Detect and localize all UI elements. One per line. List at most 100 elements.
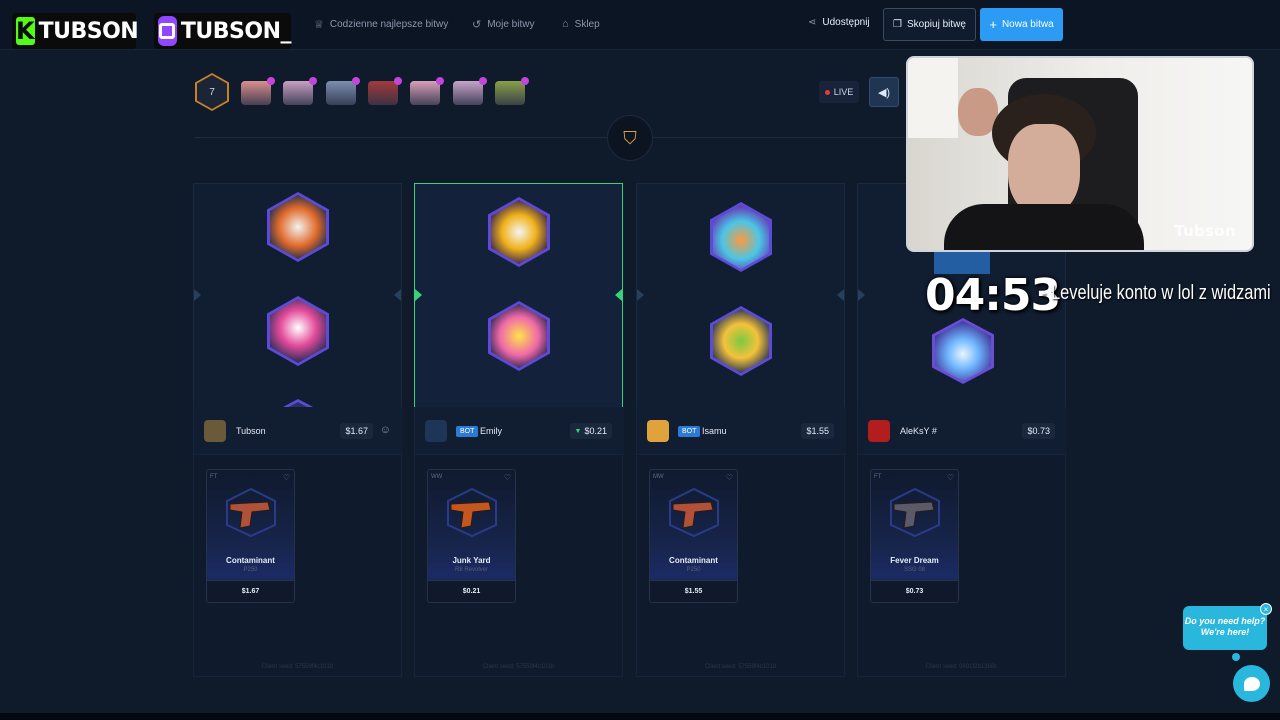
player-value: $1.55 bbox=[806, 426, 829, 436]
pointer-left-icon bbox=[637, 289, 644, 301]
case-thumbnail[interactable] bbox=[367, 77, 402, 105]
nav-item-shop[interactable]: ⌂ Sklep bbox=[562, 18, 600, 30]
case-thumbnail[interactable] bbox=[494, 77, 529, 105]
nav-item-label: Sklep bbox=[574, 18, 600, 30]
twitch-channel-badge: TUBSON_ bbox=[154, 13, 292, 49]
avatar bbox=[868, 420, 890, 442]
player-value: $1.67 bbox=[345, 426, 368, 436]
player-panel: BOT Emily ▼ $0.21 WW ♡ Junk Yard R8 Revo… bbox=[414, 407, 624, 677]
favorite-icon[interactable]: ♡ bbox=[504, 473, 511, 482]
player-header: BOT Isamu $1.55 bbox=[637, 407, 846, 455]
share-label: Udostępnij bbox=[822, 17, 870, 28]
weapon-icon bbox=[669, 487, 719, 538]
round-number: 7 bbox=[197, 75, 227, 109]
player-total-value: ▼ $0.21 bbox=[569, 423, 612, 439]
won-item-card[interactable]: FT ♡ Contaminant P250 $1.67 bbox=[206, 469, 295, 603]
bot-badge: BOT bbox=[456, 426, 479, 437]
won-item-card[interactable]: WW ♡ Junk Yard R8 Revolver $0.21 bbox=[427, 469, 516, 603]
help-bubble[interactable]: Do you need help? We're here! bbox=[1183, 606, 1267, 650]
nav-item-my-battles[interactable]: ↺ Moje bitwy bbox=[472, 18, 534, 31]
webcam-overlay: Tubson bbox=[906, 56, 1254, 252]
help-dot bbox=[1232, 653, 1240, 661]
smile-icon[interactable]: ☺ bbox=[380, 424, 391, 436]
spin-column-1 bbox=[193, 183, 402, 407]
player-name: Isamu bbox=[702, 426, 727, 436]
new-battle-label: Nowa bitwa bbox=[1001, 19, 1054, 30]
chat-button[interactable] bbox=[1233, 665, 1270, 702]
help-line-2: We're here! bbox=[1200, 627, 1250, 637]
player-name: Tubson bbox=[236, 426, 266, 436]
case-thumbnail[interactable] bbox=[283, 77, 318, 105]
item-wear: MW bbox=[653, 474, 664, 480]
live-dot-icon bbox=[824, 89, 830, 95]
player-value: $0.21 bbox=[584, 426, 607, 436]
weapon-icon bbox=[890, 487, 940, 538]
share-icon: ⋖ bbox=[808, 17, 817, 28]
favorite-icon[interactable]: ♡ bbox=[947, 473, 954, 482]
case-thumbnail[interactable] bbox=[241, 77, 275, 105]
down-arrow-icon: ▼ bbox=[574, 427, 582, 435]
trophy-icon: ♕ bbox=[314, 19, 324, 31]
sound-toggle-button[interactable]: ◀) bbox=[869, 77, 899, 107]
player-header: AleKsY # $0.73 bbox=[858, 407, 1067, 455]
copy-label: Skopiuj bitwę bbox=[907, 19, 966, 30]
player-total-value: $1.55 bbox=[801, 423, 834, 439]
bottom-bar bbox=[0, 713, 1280, 720]
client-seed: Client seed: 57559f4c101b bbox=[261, 664, 334, 670]
close-icon[interactable]: × bbox=[1260, 603, 1272, 615]
client-seed: Client seed: 57559f4c101b bbox=[482, 664, 555, 670]
round-counter: 7 bbox=[195, 73, 229, 111]
pointer-right-icon bbox=[837, 289, 844, 301]
nav-item-label: Moje bitwy bbox=[487, 19, 535, 30]
shop-icon: ⌂ bbox=[562, 18, 569, 30]
case-item-icon bbox=[267, 192, 329, 262]
new-battle-button[interactable]: + Nowa bitwa bbox=[980, 8, 1063, 41]
bot-badge: BOT bbox=[678, 426, 701, 437]
case-thumbnail[interactable] bbox=[410, 77, 445, 105]
item-weapon: P250 bbox=[243, 567, 258, 573]
help-line-1: Do you need help? bbox=[1184, 616, 1266, 626]
avatar bbox=[425, 420, 447, 442]
case-item-icon bbox=[488, 301, 550, 371]
item-wear: FT bbox=[210, 474, 218, 480]
item-name: Fever Dream bbox=[890, 556, 939, 565]
item-price: $1.67 bbox=[207, 580, 294, 602]
won-item-card[interactable]: MW ♡ Contaminant P250 $1.55 bbox=[649, 469, 738, 603]
case-thumbnail[interactable] bbox=[325, 77, 360, 105]
divider bbox=[195, 137, 905, 138]
pointer-right-icon bbox=[394, 289, 401, 301]
kick-channel-name: TUBSON bbox=[38, 18, 139, 44]
item-price: $1.55 bbox=[650, 580, 737, 602]
item-weapon: R8 Revolver bbox=[454, 567, 488, 573]
player-total-value: $1.67 bbox=[340, 423, 373, 439]
case-thumbnail[interactable] bbox=[452, 77, 487, 105]
avatar bbox=[204, 420, 226, 442]
item-price: $0.73 bbox=[871, 580, 958, 602]
weapon-icon bbox=[226, 487, 276, 538]
pointer-left-icon bbox=[415, 289, 422, 301]
won-item-card[interactable]: FT ♡ Fever Dream SSG 08 $0.73 bbox=[870, 469, 959, 603]
favorite-icon[interactable]: ♡ bbox=[726, 473, 733, 482]
item-wear: FT bbox=[874, 474, 882, 480]
stream-timer-caption: - Leveluje konto w lol z widzami bbox=[1041, 282, 1271, 304]
case-item-icon bbox=[488, 197, 550, 267]
case-item-icon bbox=[710, 306, 772, 376]
pointer-left-icon bbox=[858, 289, 865, 301]
player-panel: Tubson $1.67 ☺ FT ♡ Contaminant P250 $1.… bbox=[193, 407, 403, 677]
favorite-icon[interactable]: ♡ bbox=[283, 473, 290, 482]
battle-page: y ♕ Codzienne najlepsze bitwy ↺ Moje bit… bbox=[0, 0, 1280, 720]
webcam-logo: Tubson bbox=[1174, 222, 1236, 240]
pointer-left-icon bbox=[194, 289, 201, 301]
client-seed: Client seed: 0601f2b1368c bbox=[925, 664, 998, 670]
case-item-icon bbox=[710, 202, 772, 272]
spin-column-2 bbox=[414, 183, 623, 407]
player-header: Tubson $1.67 ☺ bbox=[194, 407, 403, 455]
shield-icon: ⛉ bbox=[607, 115, 653, 161]
item-name: Contaminant bbox=[226, 556, 275, 565]
twitch-logo-icon bbox=[158, 16, 177, 46]
nav-item-daily-best[interactable]: ♕ Codzienne najlepsze bitwy bbox=[314, 18, 448, 31]
item-weapon: SSG 08 bbox=[903, 567, 925, 573]
copy-battle-button[interactable]: ❐ Skopiuj bitwę bbox=[883, 8, 976, 41]
player-name: AleKsY # bbox=[900, 426, 937, 436]
share-button[interactable]: ⋖ Udostępnij bbox=[808, 17, 870, 28]
